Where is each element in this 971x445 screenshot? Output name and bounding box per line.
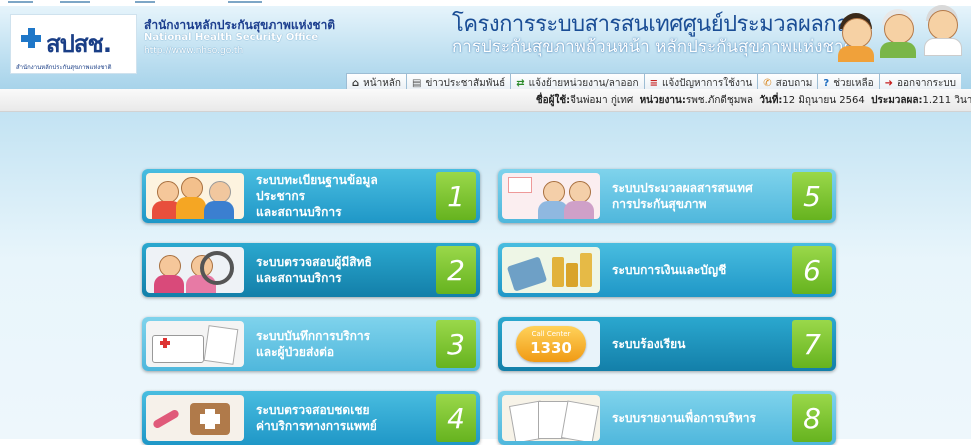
logout-icon: ➜ [884, 77, 893, 89]
menu-card-finance-accounting[interactable]: ระบบการเงินและบัญชี 6 [498, 243, 836, 297]
strip-mark [228, 1, 262, 3]
transfer-icon: ⇄ [516, 77, 525, 89]
elderly-illustration [502, 173, 600, 219]
reports-illustration [502, 395, 600, 441]
strip-mark [60, 1, 90, 3]
phone-icon: ✆ [763, 77, 772, 89]
medical-chart-icon [508, 177, 532, 193]
org-url: http://www.nhso.go.th [144, 46, 244, 56]
menu-card-service-record-referral[interactable]: ระบบบันทึกการบริการและผู้ป่วยส่งต่อ 3 [142, 317, 480, 371]
card-label: ระบบตรวจสอบชดเชยค่าบริการทางการแพทย์ [256, 391, 426, 445]
coins-calculator-illustration [502, 247, 600, 293]
calculator-icon [506, 256, 548, 292]
ambulance-illustration [146, 321, 244, 367]
card-label-line1: ระบบตรวจสอบผู้มีสิทธิ [256, 255, 372, 269]
date-label: วันที่: [759, 95, 783, 106]
card-label-line1: ระบบการเงินและบัญชี [612, 263, 727, 277]
news-icon: ▤ [412, 77, 422, 89]
medical-cross-icon [21, 28, 41, 48]
card-label-line2: และสถานบริการ [256, 271, 342, 285]
card-number: 7 [792, 320, 832, 368]
cartoon-family-illustration [838, 10, 874, 62]
card-label-line2: การประกันสุขภาพ [612, 197, 707, 211]
card-label-line1: ระบบบันทึกการบริการ [256, 329, 371, 343]
card-number: 1 [436, 172, 476, 220]
coin-stack-icon [580, 253, 592, 287]
cartoon-doctor-illustration [924, 2, 962, 56]
menu-card-health-data-processing[interactable]: ระบบประมวลผลสารสนเทศการประกันสุขภาพ 5 [498, 169, 836, 223]
card-label-line1: ระบบประมวลผลสารสนเทศ [612, 181, 753, 195]
coin-stack-icon [552, 257, 564, 287]
menu-card-medical-claims[interactable]: ระบบตรวจสอบชดเชยค่าบริการทางการแพทย์ 4 [142, 391, 480, 445]
processing-time-value: 1.211 วินาที [922, 95, 971, 106]
user-info: ชื่อผู้ใช้:จีนพ่อมา กู่เทศ หน่วยงาน:รพช.… [536, 93, 971, 108]
unit-label: หน่วยงาน: [639, 95, 686, 106]
card-label: ระบบรายงานเพื่อการบริหาร [612, 391, 782, 445]
card-label-line1: ระบบรายงานเพื่อการบริหาร [612, 411, 756, 425]
card-number: 8 [792, 394, 832, 442]
family-illustration [146, 173, 244, 219]
menu-card-eligibility-check[interactable]: ระบบตรวจสอบผู้มีสิทธิและสถานบริการ 2 [142, 243, 480, 297]
ambulance-icon [152, 335, 204, 363]
card-number: 3 [436, 320, 476, 368]
site-header: สปสช. สำนักงานหลักประกันสุขภาพแห่งชาติ ส… [0, 5, 971, 93]
card-label: ระบบทะเบียนฐานข้อมูลประชากรและสถานบริการ [256, 169, 426, 223]
processing-time-label: ประมวลผล: [871, 95, 923, 106]
report-sheet-icon [560, 400, 600, 441]
date-value: 12 มิถุนายน 2564 [782, 95, 865, 106]
user-info-bar: ชื่อผู้ใช้:จีนพ่อมา กู่เทศ หน่วยงาน:รพช.… [0, 89, 971, 112]
project-subtitle: การประกันสุขภาพถ้วนหน้า หลักประกันสุขภาพ… [452, 37, 855, 57]
menu-card-management-reports[interactable]: ระบบรายงานเพื่อการบริหาร 8 [498, 391, 836, 445]
strip-mark [8, 1, 33, 3]
card-number: 2 [436, 246, 476, 294]
callcenter-bubble-icon: Call Center 1330 [516, 326, 586, 362]
report-icon: ≡ [649, 77, 658, 89]
card-label-line2: ค่าบริการทางการแพทย์ [256, 419, 377, 433]
menu-card-complaints[interactable]: Call Center 1330 ระบบร้องเรียน 7 [498, 317, 836, 371]
callcenter-number: 1330 [530, 339, 572, 357]
medical-bag-illustration [146, 395, 244, 441]
card-label: ระบบบันทึกการบริการและผู้ป่วยส่งต่อ [256, 317, 426, 371]
card-number: 4 [436, 394, 476, 442]
logo-text: สปสช. [46, 30, 112, 58]
card-label-line1: ระบบร้องเรียน [612, 337, 686, 351]
card-label: ระบบร้องเรียน [612, 317, 782, 371]
card-label-line1: ระบบทะเบียนฐานข้อมูลประชากร [256, 173, 378, 203]
card-label: ระบบประมวลผลสารสนเทศการประกันสุขภาพ [612, 169, 782, 223]
card-label-line2: และผู้ป่วยส่งต่อ [256, 345, 335, 359]
card-number: 6 [792, 246, 832, 294]
unit-value: รพช.ภักดีชุมพล [685, 95, 754, 106]
syringe-icon [151, 408, 181, 430]
callcenter-illustration: Call Center 1330 [502, 321, 600, 367]
org-name-english: National Health Security Office [144, 32, 319, 43]
card-number: 5 [792, 172, 832, 220]
nhso-logo[interactable]: สปสช. สำนักงานหลักประกันสุขภาพแห่งชาติ [10, 14, 137, 74]
logo-subtitle: สำนักงานหลักประกันสุขภาพแห่งชาติ [16, 64, 112, 71]
callcenter-caption: Call Center [531, 330, 571, 338]
magnifier-people-illustration [146, 247, 244, 293]
document-icon [203, 325, 239, 365]
help-icon: ? [823, 77, 830, 89]
coin-stack-icon [566, 263, 578, 287]
cartoon-grandpa-illustration [880, 6, 916, 58]
card-label: ระบบตรวจสอบผู้มีสิทธิและสถานบริการ [256, 243, 426, 297]
user-value: จีนพ่อมา กู่เทศ [570, 95, 634, 106]
card-label-line1: ระบบตรวจสอบชดเชย [256, 403, 370, 417]
magnifier-icon [200, 251, 234, 285]
home-icon: ⌂ [352, 77, 360, 89]
card-label: ระบบการเงินและบัญชี [612, 243, 782, 297]
menu-card-population-registry[interactable]: ระบบทะเบียนฐานข้อมูลประชากรและสถานบริการ… [142, 169, 480, 223]
user-label: ชื่อผู้ใช้: [535, 95, 571, 106]
main-menu-area: ระบบทะเบียนฐานข้อมูลประชากรและสถานบริการ… [0, 112, 971, 445]
card-label-line2: และสถานบริการ [256, 205, 342, 219]
strip-mark [135, 1, 155, 3]
